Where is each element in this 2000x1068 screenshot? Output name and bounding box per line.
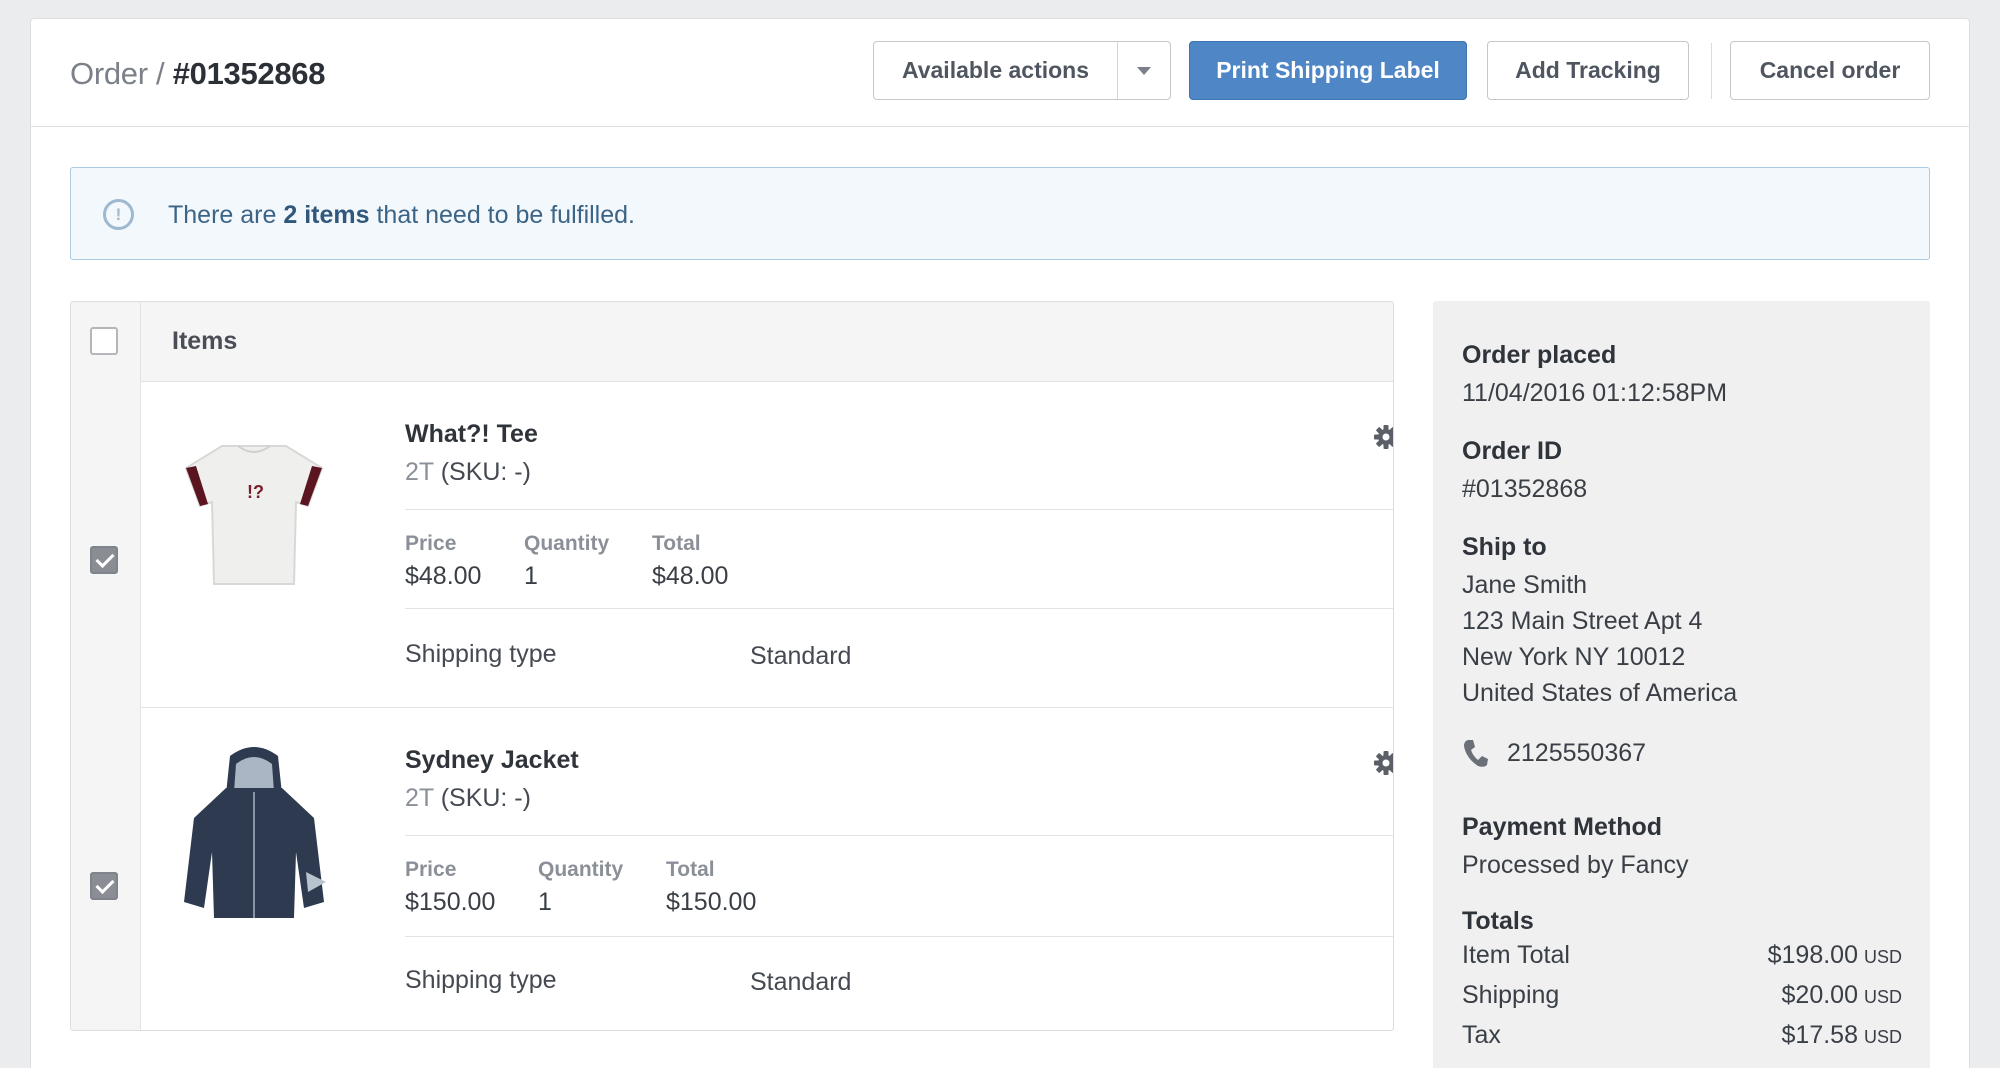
total-value: $150.00	[666, 888, 757, 916]
info-circle-icon: !	[103, 199, 134, 230]
totals-row-amount: $20.00	[1781, 981, 1858, 1009]
order-panel: Order / #01352868 Available actions Prin…	[30, 18, 1970, 1068]
row-divider	[405, 835, 1393, 836]
ship-to-address-line2: New York NY 10012	[1462, 643, 1686, 671]
row-divider	[405, 509, 1393, 510]
product-name[interactable]: What?! Tee	[405, 420, 538, 449]
gear-icon[interactable]	[1373, 748, 1394, 778]
jacket-product-image	[184, 747, 326, 918]
available-actions-button[interactable]: Available actions	[874, 42, 1118, 99]
print-shipping-label-button[interactable]: Print Shipping Label	[1189, 41, 1467, 100]
product-variant: 2T (SKU: -)	[405, 458, 531, 487]
totals-row-item-total: Item Total $198.00 USD	[1462, 941, 1902, 970]
total-label: Total	[652, 532, 701, 555]
quantity-label: Quantity	[524, 532, 610, 555]
item-checkbox[interactable]	[90, 872, 118, 900]
shipping-type-value: Standard	[750, 642, 852, 670]
order-summary-sidebar: Order placed 11/04/2016 01:12:58PM Order…	[1433, 301, 1930, 1068]
tee-product-image: !?	[184, 445, 324, 585]
order-number: #01352868	[172, 56, 326, 91]
ship-to-address-line1: 123 Main Street Apt 4	[1462, 607, 1703, 635]
price-label: Price	[405, 532, 457, 555]
payment-method-label: Payment Method	[1462, 813, 1663, 841]
ship-to-name: Jane Smith	[1462, 571, 1588, 599]
header-divider	[1711, 43, 1712, 99]
alert-item-count: 2 items	[283, 201, 370, 229]
items-heading: Items	[172, 327, 238, 355]
totals-row-amount: $17.58	[1781, 1021, 1858, 1049]
available-actions-caret[interactable]	[1118, 42, 1170, 99]
order-id-value: #01352868	[1462, 475, 1588, 503]
chevron-down-icon	[1137, 66, 1151, 75]
totals-row-currency: USD	[1863, 987, 1902, 1007]
order-placed-value: 11/04/2016 01:12:58PM	[1462, 379, 1728, 407]
alert-text-pre: There are	[168, 201, 277, 229]
quantity-value: 1	[538, 888, 552, 916]
order-placed-label: Order placed	[1462, 341, 1617, 369]
alert-message: There are 2 items that need to be fulfil…	[168, 199, 635, 231]
total-value: $48.00	[652, 562, 729, 590]
product-name[interactable]: Sydney Jacket	[405, 746, 579, 775]
totals-row-shipping: Shipping $20.00 USD	[1462, 981, 1902, 1010]
phone-icon	[1464, 740, 1488, 767]
list-item: Sydney Jacket 2T (SKU: -) Price $150.00	[141, 708, 1394, 1030]
price-value: $48.00	[405, 562, 482, 590]
checkbox-column	[71, 302, 141, 1030]
totals-row-amount: $198.00	[1767, 941, 1858, 969]
list-item: !? What?! Tee 2T (SKU: -) Price $48.00 Q…	[141, 382, 1394, 708]
gear-icon[interactable]	[1373, 422, 1394, 452]
item-checkbox[interactable]	[90, 546, 118, 574]
totals-row-label: Item Total	[1462, 941, 1570, 969]
tee-print-text: !?	[247, 482, 264, 502]
phone-number[interactable]: 2125550367	[1507, 739, 1646, 768]
price-value: $150.00	[405, 888, 496, 916]
items-table-header	[71, 302, 1393, 382]
totals-label: Totals	[1462, 907, 1534, 935]
totals-row-label: Shipping	[1462, 981, 1560, 1009]
alert-text-post: that need to be fulfilled.	[376, 201, 635, 229]
totals-row-tax: Tax $17.58 USD	[1462, 1021, 1902, 1050]
shipping-type-value: Standard	[750, 968, 852, 996]
available-actions-dropdown[interactable]: Available actions	[873, 41, 1171, 100]
product-sku: (SKU: -)	[440, 458, 531, 486]
breadcrumb-prefix[interactable]: Order /	[70, 56, 165, 91]
product-variant: 2T (SKU: -)	[405, 784, 531, 813]
variant-size: 2T	[405, 784, 434, 812]
shipping-type-label: Shipping type	[405, 640, 557, 668]
ship-to-country: United States of America	[1462, 679, 1738, 707]
quantity-value: 1	[524, 562, 538, 590]
cancel-order-button[interactable]: Cancel order	[1730, 41, 1930, 100]
ship-to-label: Ship to	[1462, 533, 1547, 561]
row-divider	[405, 608, 1393, 609]
variant-size: 2T	[405, 458, 434, 486]
row-divider	[405, 936, 1393, 937]
fulfillment-alert: ! There are 2 items that need to be fulf…	[70, 167, 1930, 260]
totals-row-currency: USD	[1863, 1027, 1902, 1047]
total-label: Total	[666, 858, 715, 881]
shipping-type-label: Shipping type	[405, 966, 557, 994]
breadcrumb: Order / #01352868	[70, 55, 325, 93]
product-sku: (SKU: -)	[440, 784, 531, 812]
items-table: Items !? What?! Tee 2T (SKU: -) Price $4…	[70, 301, 1394, 1031]
add-tracking-button[interactable]: Add Tracking	[1487, 41, 1689, 100]
quantity-label: Quantity	[538, 858, 624, 881]
order-id-label: Order ID	[1462, 437, 1563, 465]
price-label: Price	[405, 858, 457, 881]
totals-row-currency: USD	[1863, 947, 1902, 967]
payment-method-value: Processed by Fancy	[1462, 851, 1689, 879]
page-header: Order / #01352868 Available actions Prin…	[31, 19, 1969, 127]
totals-row-label: Tax	[1462, 1021, 1501, 1049]
select-all-checkbox[interactable]	[90, 327, 118, 355]
